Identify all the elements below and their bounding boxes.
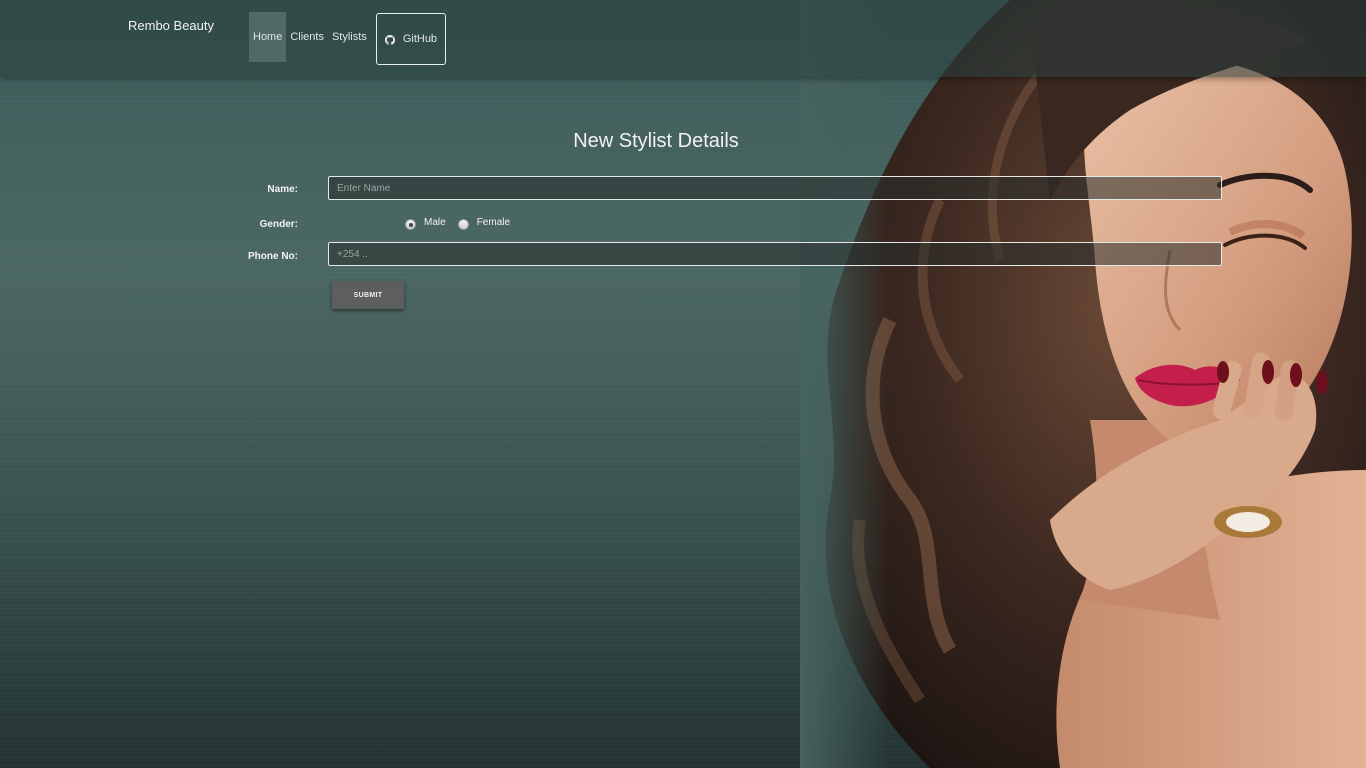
github-icon	[384, 35, 395, 45]
gender-radio-group: Male Female	[405, 217, 522, 230]
top-navbar: Rembo Beauty Home Clients Stylists GitHu…	[0, 0, 1366, 77]
phone-label: Phone No:	[248, 251, 298, 262]
female-radio-label: Female	[476, 217, 511, 228]
brand-logo-text[interactable]: Rembo Beauty	[128, 18, 214, 33]
github-label: GitHub	[402, 33, 438, 45]
gender-option-female[interactable]: Female	[457, 217, 511, 230]
nav-stylists-link[interactable]: Stylists	[328, 12, 371, 62]
male-radio[interactable]	[405, 219, 416, 230]
nav-clients-link[interactable]: Clients	[286, 12, 328, 62]
nav-links: Home Clients Stylists GitHub	[249, 12, 447, 65]
female-radio[interactable]	[457, 219, 469, 230]
gender-option-male[interactable]: Male	[405, 217, 446, 230]
hero-portrait-image	[800, 0, 1366, 768]
name-input[interactable]	[328, 176, 1222, 200]
phone-input[interactable]	[328, 242, 1222, 266]
nav-home-link[interactable]: Home	[249, 12, 287, 62]
github-button[interactable]: GitHub	[375, 13, 447, 65]
male-radio-label: Male	[424, 217, 446, 228]
name-label: Name:	[267, 184, 298, 195]
submit-button[interactable]: SUBMIT	[332, 281, 404, 309]
form-title: New Stylist Details	[573, 130, 739, 152]
gender-label: Gender:	[259, 219, 298, 230]
